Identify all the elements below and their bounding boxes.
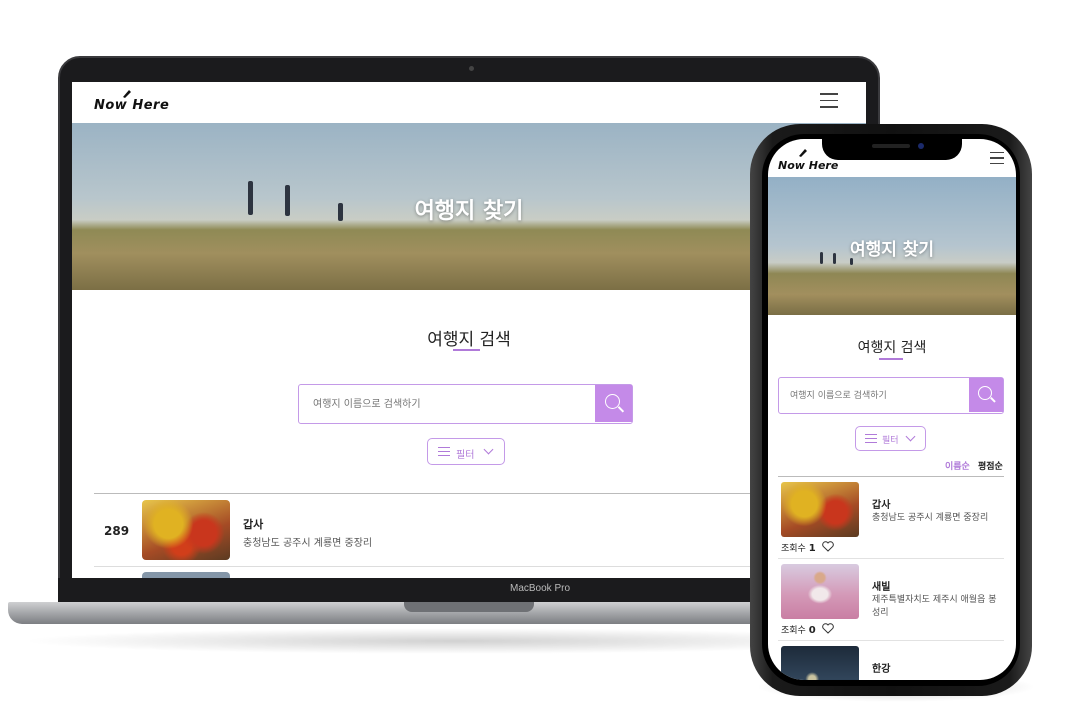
chevron-down-icon [483,444,494,455]
phone-screen: Now Here 여행지 찾기 여행지 검색 필터 이름순 평점순 갑사 충청남… [768,139,1016,680]
site-logo[interactable]: Now Here [94,98,169,113]
hero-banner: 여행지 찾기 [72,123,866,290]
item-address: 충청남도 공주시 계룡면 중장리 [872,513,989,523]
menu-icon[interactable] [820,93,838,109]
heart-icon[interactable] [822,623,834,634]
search-input[interactable] [311,398,571,411]
item-name: 갑사 [243,518,264,531]
search-bar [778,377,1004,414]
views-count: 0 [808,625,816,636]
chevron-down-icon [905,431,916,442]
hero-banner: 여행지 찾기 [768,177,1016,315]
item-address: 충청남도 공주시 계룡면 중장리 [243,538,373,549]
filter-icon [438,447,450,457]
hero-title: 여행지 찾기 [414,199,524,224]
list-item[interactable]: 갑사 충청남도 공주시 계룡면 중장리 조회수 1 [778,482,1004,558]
sort-by-name[interactable]: 이름순 [945,459,970,472]
item-thumbnail [781,646,859,680]
search-input[interactable] [788,390,958,402]
search-bar [298,384,633,424]
filter-label: 필터 [882,436,899,446]
heart-icon[interactable] [822,541,834,552]
filter-button[interactable]: 필터 [855,426,926,451]
search-button[interactable] [595,385,632,422]
filter-button[interactable]: 필터 [427,438,505,465]
list-item[interactable]: 새빌 제주특별자치도 제주시 애월읍 봉성리 조회수 0 [778,564,1004,640]
search-section-title: 여행지 검색 [427,330,511,350]
item-rank: 289 [104,524,130,538]
row-divider [778,558,1004,559]
item-views: 조회수 1 [781,541,816,554]
item-thumbnail [781,482,859,537]
search-button[interactable] [969,378,1003,412]
title-underline [453,349,480,351]
search-section-title: 여행지 검색 [857,340,927,356]
item-thumbnail [781,564,859,619]
item-address: 제주특별자치도 제주시 애월읍 봉성리 [872,595,997,618]
hero-title: 여행지 찾기 [849,240,935,260]
item-views: 조회수 0 [781,623,816,636]
phone-camera [918,143,924,149]
item-name: 갑사 [872,500,891,511]
menu-icon[interactable] [990,152,1004,164]
list-divider [778,476,1004,477]
title-underline [879,358,903,360]
views-label: 조회수 [781,626,806,636]
item-thumbnail [142,500,230,560]
phone-notch [822,139,962,160]
list-item[interactable]: 한강 [778,646,1004,680]
item-name: 새빌 [872,582,891,593]
filter-icon [865,434,877,444]
laptop-notch [404,602,534,612]
filter-label: 필터 [456,450,475,461]
item-name: 한강 [872,664,891,675]
row-divider [778,640,1004,641]
logo-mark-icon [799,149,807,157]
phone-speaker [872,144,910,148]
logo-mark-icon [123,90,131,98]
site-logo[interactable]: Now Here [778,159,838,172]
views-label: 조회수 [781,544,806,554]
laptop-camera [469,66,474,71]
laptop-screen: Now Here 여행지 찾기 여행지 검색 필터 289 갑사 충청남도 공주… [72,82,866,578]
site-header: Now Here [72,82,866,123]
views-count: 1 [808,543,816,554]
sort-by-rating[interactable]: 평점순 [978,459,1003,472]
item-thumbnail-partial [142,572,230,578]
